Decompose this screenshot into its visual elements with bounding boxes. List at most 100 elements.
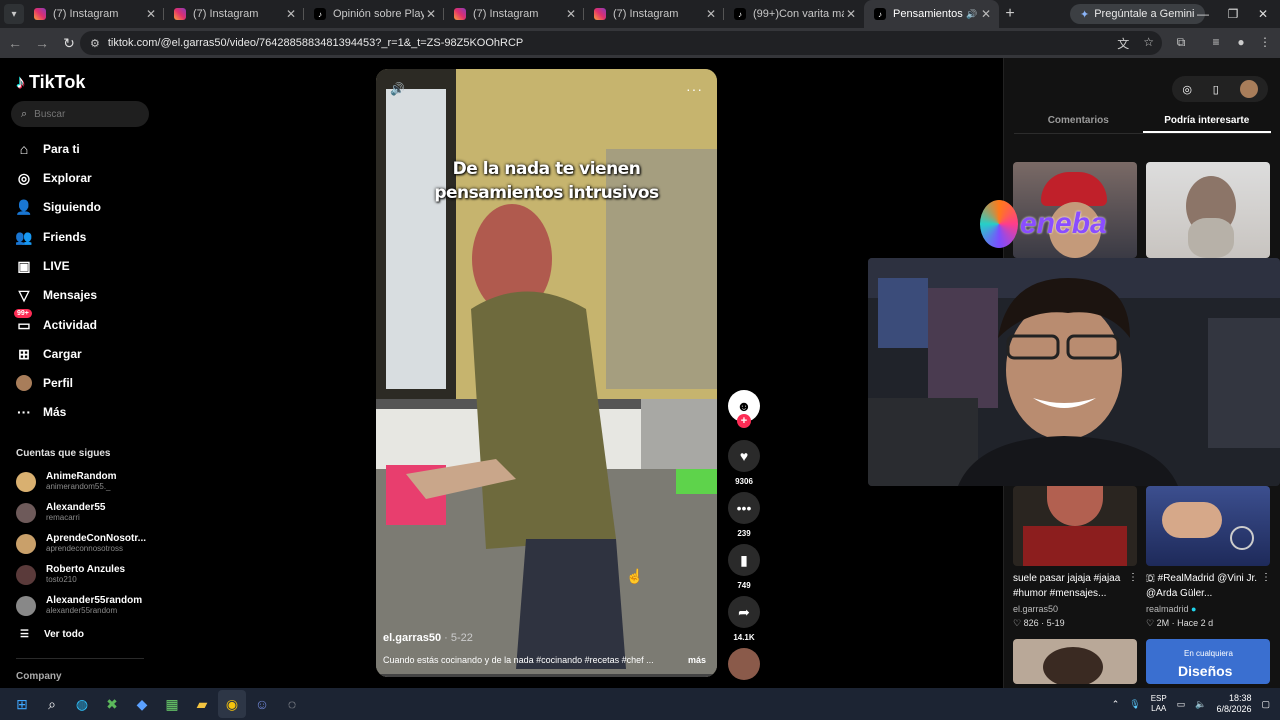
- gemini-button[interactable]: ✦ Pregúntale a Gemini: [1070, 4, 1205, 24]
- file-explorer-icon[interactable]: ▰: [188, 690, 216, 718]
- device-icon[interactable]: ▯: [1213, 83, 1219, 96]
- xbox-icon[interactable]: ✖: [98, 690, 126, 718]
- see-all-link[interactable]: ☰ Ver todo: [20, 629, 84, 640]
- nav-mensajes[interactable]: ▽ Mensajes: [16, 287, 97, 303]
- card-title[interactable]: 🇩 #RealMadrid @Vini Jr. @Arda Güler...: [1146, 571, 1270, 601]
- nav-para-ti[interactable]: ⌂ Para ti: [16, 141, 80, 157]
- more-link[interactable]: más: [688, 655, 706, 665]
- card-username[interactable]: realmadrid: [1146, 604, 1189, 614]
- video-progress-bar[interactable]: [376, 674, 717, 677]
- browser-tab[interactable]: (7) Instagram ✕: [584, 0, 724, 28]
- tab-list-button[interactable]: ▾: [4, 4, 24, 24]
- new-tab-button[interactable]: +: [999, 5, 1021, 23]
- following-account[interactable]: Alexander55random alexander55random: [16, 595, 142, 616]
- recommended-thumbnail[interactable]: [1013, 639, 1137, 684]
- recommended-thumbnail[interactable]: [1146, 162, 1270, 258]
- bookmark-icon[interactable]: ▮: [728, 544, 760, 576]
- discord-icon[interactable]: ☺: [248, 690, 276, 718]
- language-indicator[interactable]: ESP LAA: [1151, 694, 1167, 714]
- app-icon[interactable]: ▦: [158, 690, 186, 718]
- nav-perfil[interactable]: Perfil: [16, 375, 73, 391]
- heart-icon[interactable]: ♥: [728, 440, 760, 472]
- following-account[interactable]: AnimeRandom animerandom55._: [16, 471, 117, 492]
- translate-icon[interactable]: 文: [1117, 35, 1129, 52]
- nav-siguiendo[interactable]: 👤 Siguiendo: [15, 199, 101, 215]
- bookmark-star-icon[interactable]: ☆: [1143, 35, 1154, 52]
- comment-action[interactable]: ••• 239: [726, 492, 762, 538]
- compass-icon[interactable]: ◎: [1182, 83, 1192, 96]
- close-icon[interactable]: ✕: [284, 7, 298, 21]
- author-avatar-button[interactable]: ☻ +: [726, 390, 762, 428]
- network-icon[interactable]: ▭: [1177, 699, 1186, 710]
- app-icon[interactable]: ◆: [128, 690, 156, 718]
- following-account[interactable]: Alexander55 remacarri: [16, 502, 105, 523]
- card-more-icon[interactable]: ⋮: [1128, 572, 1138, 583]
- nav-mas[interactable]: ··· Más: [16, 404, 66, 420]
- search-icon[interactable]: ⌕: [38, 690, 66, 718]
- nav-friends[interactable]: 👥 Friends: [15, 229, 86, 245]
- follow-plus-icon[interactable]: +: [737, 414, 751, 428]
- sound-disc-icon[interactable]: [728, 648, 760, 680]
- close-icon[interactable]: ✕: [144, 7, 158, 21]
- forward-button[interactable]: →: [30, 31, 54, 55]
- reload-button[interactable]: ↻: [57, 31, 81, 55]
- browser-tab[interactable]: (7) Instagram ✕: [164, 0, 304, 28]
- clock[interactable]: 18:38 6/8/2026: [1216, 693, 1251, 715]
- browser-tab[interactable]: (7) Instagram ✕: [24, 0, 164, 28]
- url-input[interactable]: [107, 37, 1008, 49]
- tab-podria-interesarte[interactable]: Podría interesarte: [1142, 108, 1271, 133]
- company-link[interactable]: Company: [16, 671, 62, 682]
- search-input[interactable]: [34, 108, 135, 120]
- sound-disc-button[interactable]: [726, 648, 762, 680]
- browser-tab[interactable]: ♪ (99+)Con varita mágica p✕: [724, 0, 864, 28]
- card-username[interactable]: el.garras50: [1013, 604, 1058, 614]
- nav-explorar[interactable]: ◎ Explorar: [16, 170, 92, 186]
- save-action[interactable]: ▮ 749: [726, 544, 762, 590]
- chrome-icon[interactable]: ◉: [218, 690, 246, 718]
- user-avatar[interactable]: [1239, 80, 1258, 98]
- author-name[interactable]: el.garras50: [383, 632, 441, 644]
- media-icon[interactable]: ≡: [1205, 31, 1227, 53]
- extensions-icon[interactable]: ⧉: [1170, 31, 1192, 53]
- nav-actividad[interactable]: ▭ 99+ Actividad: [14, 309, 97, 333]
- tab-comentarios[interactable]: Comentarios: [1014, 108, 1143, 133]
- edge-icon[interactable]: ◍: [68, 690, 96, 718]
- close-icon[interactable]: ✕: [424, 7, 438, 21]
- minimize-button[interactable]: —: [1188, 0, 1218, 28]
- share-icon[interactable]: ➦: [728, 596, 760, 628]
- speaker-icon[interactable]: 🔊: [965, 9, 979, 20]
- card-title[interactable]: suele pasar jajaja #jajaa #humor #mensaj…: [1013, 571, 1137, 601]
- recommended-thumbnail[interactable]: [1146, 486, 1270, 566]
- close-icon[interactable]: ✕: [979, 7, 993, 21]
- menu-icon[interactable]: ⋮: [1254, 31, 1276, 53]
- search-box[interactable]: ⌕: [11, 101, 149, 127]
- author-avatar[interactable]: ☻ +: [728, 390, 760, 428]
- card-more-icon[interactable]: ⋮: [1261, 572, 1271, 583]
- recommended-thumbnail[interactable]: En cualquiera Diseños: [1146, 639, 1270, 684]
- omnibox[interactable]: ⚙ 文 ☆: [80, 31, 1162, 55]
- browser-tab[interactable]: (7) Instagram ✕: [444, 0, 584, 28]
- windows-start-icon[interactable]: ⊞: [8, 690, 36, 718]
- app-icon[interactable]: ◌: [278, 690, 306, 718]
- following-account[interactable]: Roberto Anzules tosto210: [16, 564, 125, 585]
- nav-live[interactable]: ▣ LIVE: [16, 258, 69, 274]
- close-icon[interactable]: ✕: [844, 7, 858, 21]
- video-player[interactable]: 🔊 ··· De la nada te vienen pensamientos i…: [376, 69, 717, 677]
- following-account[interactable]: AprendeConNosotr... aprendeconnosotross: [16, 533, 146, 554]
- browser-tab-active[interactable]: ♪ Pensamientos intrusiv🔊✕: [864, 0, 999, 28]
- like-action[interactable]: ♥ 9306: [726, 440, 762, 486]
- close-icon[interactable]: ✕: [564, 7, 578, 21]
- volume-icon[interactable]: 🔈: [1195, 699, 1206, 710]
- card-username-verified[interactable]: realmadrid ●: [1146, 604, 1196, 614]
- nav-cargar[interactable]: ⊞ Cargar: [16, 346, 82, 362]
- more-options-icon[interactable]: ···: [686, 81, 703, 97]
- maximize-button[interactable]: ❐: [1218, 0, 1248, 28]
- volume-icon[interactable]: 🔊: [390, 82, 405, 96]
- close-window-button[interactable]: ✕: [1248, 0, 1278, 28]
- close-icon[interactable]: ✕: [704, 7, 718, 21]
- site-info-icon[interactable]: ⚙: [90, 37, 100, 50]
- comment-icon[interactable]: •••: [728, 492, 760, 524]
- browser-tab[interactable]: ♪ Opinión sobre PlayStation✕: [304, 0, 444, 28]
- mic-icon[interactable]: 🎙: [1129, 699, 1140, 710]
- profile-icon[interactable]: ●: [1230, 31, 1252, 53]
